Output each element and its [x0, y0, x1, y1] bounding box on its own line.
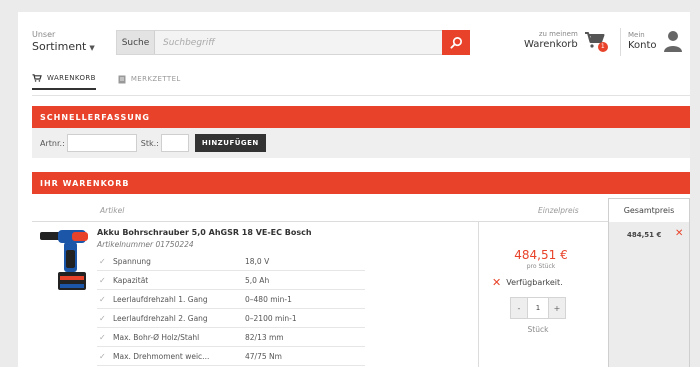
- page: Unser Sortiment▼ Suche zu meinem Warenko…: [18, 12, 690, 367]
- quick-entry-form: Artnr.: Stk.: HINZUFÜGEN: [32, 128, 690, 158]
- column-divider: [478, 222, 479, 367]
- check-icon: ✓: [99, 256, 106, 266]
- check-icon: ✓: [99, 332, 106, 342]
- quick-entry-header: SCHNELLERFASSUNG: [32, 106, 690, 128]
- cart-header: IHR WARENKORB: [32, 172, 690, 194]
- check-icon: ✓: [99, 313, 106, 323]
- column-total: Gesamtpreis: [608, 198, 690, 222]
- account-label: Konto: [628, 39, 657, 51]
- availability-label: Verfügbarkeit.: [506, 278, 563, 287]
- account-small-label: Mein: [628, 30, 645, 39]
- search-button[interactable]: [442, 30, 470, 55]
- spec-row: ✓ Max. Drehmoment weic... 47/75 Nm: [97, 347, 365, 366]
- cart-count-badge: 1: [597, 41, 608, 52]
- assortment-menu[interactable]: Unser Sortiment ▼: [32, 30, 95, 55]
- qty-input[interactable]: [160, 134, 189, 152]
- spec-row: ✓ Max. Bohr-Ø Holz/Stahl 82/13 mm: [97, 328, 365, 347]
- product-title[interactable]: Akku Bohrschrauber 5,0 AhGSR 18 VE-EC Bo…: [97, 228, 312, 237]
- column-unit-price: Einzelpreis: [538, 205, 579, 215]
- account-link[interactable]: Mein Konto: [628, 30, 683, 52]
- search-icon: [449, 37, 462, 49]
- qty-decrease-button[interactable]: -: [511, 298, 527, 318]
- column-article: Artikel: [100, 205, 125, 215]
- line-total: 484,51 €: [627, 231, 662, 239]
- cart-small-label: zu meinem: [538, 30, 578, 38]
- price-per-unit: pro Stück: [526, 263, 556, 270]
- tab-bar: WARENKORB MERKZETTEL: [32, 74, 181, 90]
- artnr-label: Artnr.:: [40, 138, 65, 148]
- search-label: Suche: [117, 31, 155, 54]
- availability: ✕ Verfügbarkeit.: [492, 276, 563, 289]
- chevron-down-icon: ▼: [89, 44, 95, 52]
- header-divider: [620, 28, 621, 56]
- tab-warenkorb-label: WARENKORB: [47, 74, 96, 82]
- unavailable-icon: ✕: [492, 276, 502, 289]
- tab-warenkorb[interactable]: WARENKORB: [32, 74, 96, 90]
- spec-row: ✓ Kapazität 5,0 Ah: [97, 271, 365, 290]
- cart-table-header: Artikel Einzelpreis: [32, 198, 690, 222]
- spec-row: ✓ Leerlaufdrehzahl 1. Gang 0–480 min-1: [97, 290, 365, 309]
- search-bar: Suche: [116, 30, 470, 55]
- spec-list: ✓ Spannung 18,0 V ✓ Kapazität 5,0 Ah ✓ Leerla…: [97, 252, 365, 366]
- qty-increase-button[interactable]: +: [549, 298, 565, 318]
- assortment-label: Sortiment: [32, 40, 87, 53]
- remove-item-icon[interactable]: ✕: [675, 228, 683, 239]
- unit-price: 484,51 €: [514, 248, 568, 262]
- product-image: [40, 230, 88, 290]
- notepad-icon: [118, 75, 126, 83]
- tab-merkzettel[interactable]: MERKZETTEL: [118, 74, 181, 90]
- artnr-input[interactable]: [66, 134, 137, 152]
- article-number: Artikelnummer 01750224: [97, 240, 194, 249]
- quantity-unit: Stück: [527, 325, 549, 334]
- cart-icon: [32, 74, 42, 82]
- add-button[interactable]: HINZUFÜGEN: [194, 134, 266, 152]
- assortment-small-label: Unser: [32, 30, 56, 39]
- spec-row: ✓ Spannung 18,0 V: [97, 252, 365, 271]
- spec-row: ✓ Leerlaufdrehzahl 2. Gang 0–2100 min-1: [97, 309, 365, 328]
- qty-label: Stk.:: [140, 138, 159, 148]
- search-input[interactable]: [155, 31, 442, 54]
- cart-link[interactable]: zu meinem Warenkorb 1: [524, 30, 608, 52]
- tab-merkzettel-label: MERKZETTEL: [130, 75, 181, 83]
- user-icon: [663, 31, 682, 52]
- check-icon: ✓: [99, 275, 106, 285]
- cart-label: Warenkorb: [524, 39, 578, 50]
- total-column: 484,51 € ✕: [608, 222, 690, 367]
- qty-value[interactable]: 1: [527, 298, 549, 318]
- tab-underline: [32, 95, 690, 96]
- check-icon: ✓: [99, 351, 106, 361]
- quantity-stepper: - 1 +: [510, 297, 566, 319]
- check-icon: ✓: [99, 294, 106, 304]
